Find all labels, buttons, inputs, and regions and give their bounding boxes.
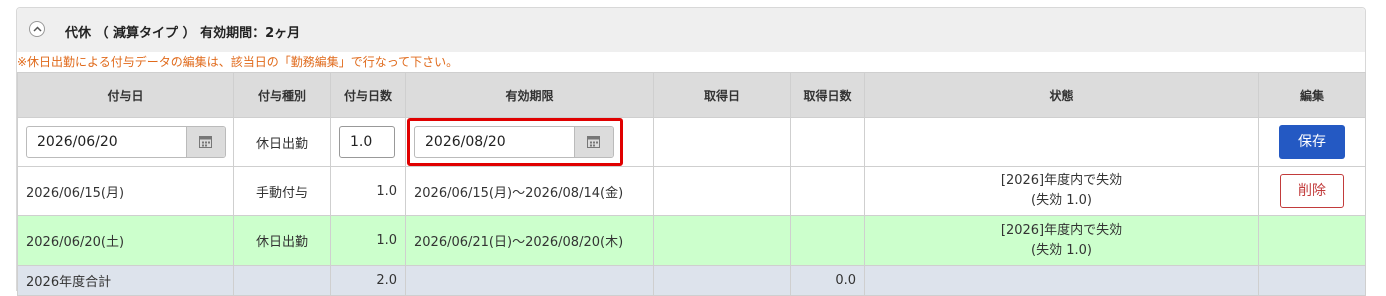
edit-row: 2026/06/20 休日出勤 1.0 2026/08/20 保存 (17, 117, 1366, 167)
collapse-toggle[interactable] (29, 21, 45, 37)
status-cell: [2026]年度内で失効 (失効 1.0) (864, 215, 1259, 266)
grant-days-cell: 1.0 (330, 166, 406, 216)
grant-days-cell: 1.0 (330, 215, 406, 266)
col-grant-date: 付与日 (17, 72, 234, 118)
total-row: 2026年度合計 2.0 0.0 (17, 265, 1366, 296)
grant-type-cell: 休日出勤 (233, 117, 331, 167)
edit-notice: ※休日出勤による付与データの編集は、該当日の「勤務編集」で行なって下さい。 (17, 55, 459, 69)
expiry-focus-highlight (407, 118, 623, 166)
grant-type-cell: 手動付与 (233, 166, 331, 216)
col-status: 状態 (864, 72, 1259, 118)
panel-header: 代休 （ 減算タイプ ） 有効期間：2ヶ月 (17, 8, 1365, 52)
calendar-icon (199, 136, 212, 148)
total-grant-days: 2.0 (330, 265, 406, 296)
col-taken-date: 取得日 (653, 72, 791, 118)
col-grant-type: 付与種別 (233, 72, 331, 118)
total-taken-days: 0.0 (790, 265, 865, 296)
status-cell: [2026]年度内で失効 (失効 1.0) (864, 166, 1259, 216)
grant-table: 付与日 付与種別 付与日数 有効期限 取得日 取得日数 状態 編集 2026/0… (17, 72, 1366, 296)
delete-button[interactable]: 削除 (1280, 174, 1344, 208)
grant-date-picker-button[interactable] (186, 127, 225, 157)
table-row: 2026/06/20(土) 休日出勤 1.0 2026/06/21(日)～202… (17, 215, 1366, 266)
grant-date-value: 2026/06/20 (37, 134, 118, 150)
table-header-row: 付与日 付与種別 付与日数 有効期限 取得日 取得日数 状態 編集 (17, 72, 1366, 118)
col-taken-days: 取得日数 (790, 72, 865, 118)
col-grant-days: 付与日数 (330, 72, 406, 118)
col-edit: 編集 (1258, 72, 1366, 118)
grant-type-cell: 休日出勤 (233, 215, 331, 266)
grant-date-cell: 2026/06/20(土) (17, 215, 234, 266)
expiry-period-cell: 2026/06/21(日)～2026/08/20(木) (405, 215, 654, 266)
panel-title: 代休 （ 減算タイプ ） 有効期間：2ヶ月 (65, 26, 301, 41)
col-expiry: 有効期限 (405, 72, 654, 118)
grant-date-input[interactable]: 2026/06/20 (26, 126, 226, 158)
table-row: 2026/06/15(月) 手動付与 1.0 2026/06/15(月)～202… (17, 166, 1366, 216)
grant-days-input[interactable]: 1.0 (339, 126, 395, 158)
total-label: 2026年度合計 (17, 265, 234, 296)
grant-date-cell: 2026/06/15(月) (17, 166, 234, 216)
save-button[interactable]: 保存 (1279, 125, 1345, 159)
expiry-period-cell: 2026/06/15(月)～2026/08/14(金) (405, 166, 654, 216)
